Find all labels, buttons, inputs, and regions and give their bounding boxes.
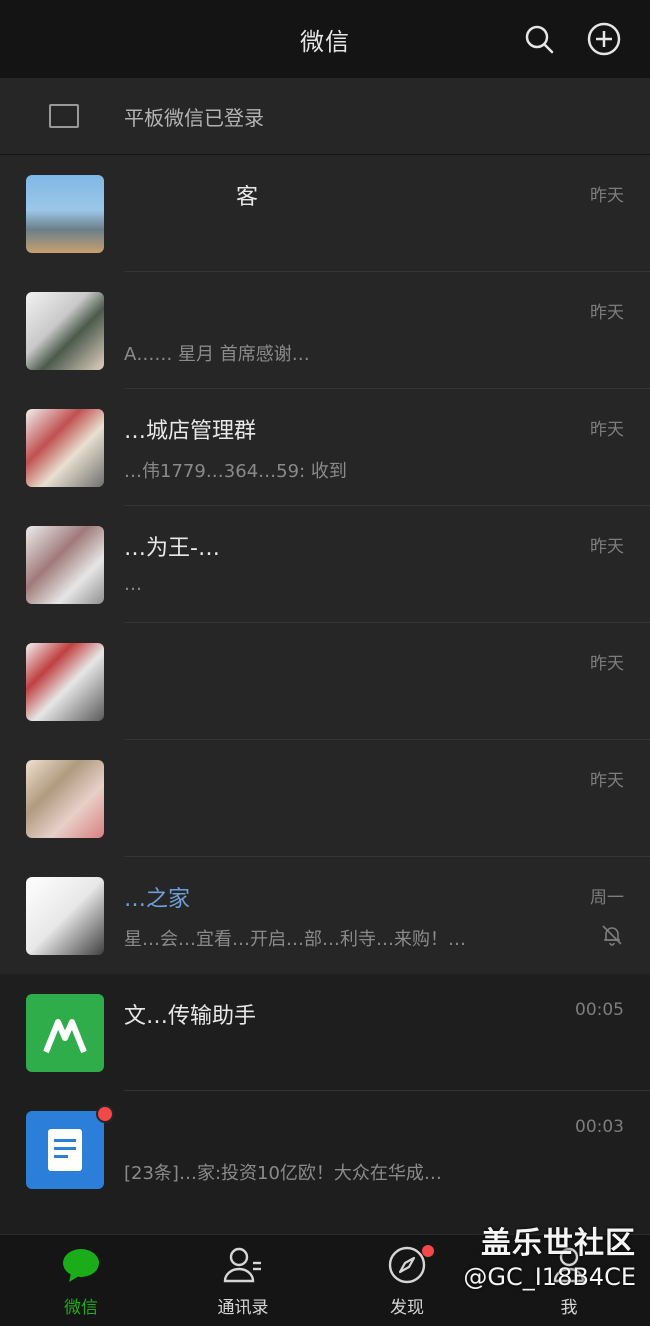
chat-time: 周一 <box>590 888 624 908</box>
tab-discover[interactable]: 发现 <box>352 1235 462 1326</box>
chat-preview: … <box>124 574 142 595</box>
plus-circle-icon[interactable] <box>584 19 624 59</box>
chat-name: …为王-… <box>124 536 220 561</box>
chat-item[interactable]: [23条]…家:投资10亿欧！大众在华成… 00:03 <box>0 1091 650 1208</box>
chat-item[interactable]: …城店管理群 …伟1779…364…59: 收到 昨天 <box>0 389 650 506</box>
top-bar: 微信 <box>0 0 650 78</box>
chat-item[interactable]: 昨天 <box>0 623 650 740</box>
compass-icon <box>387 1245 427 1285</box>
banner-text: 平板微信已登录 <box>124 105 264 130</box>
chat-item[interactable]: …之家 星…会…宜看…开启…部…利寺…来购！… 周一 <box>0 857 650 974</box>
chat-bubble-icon <box>61 1245 101 1285</box>
discover-badge <box>422 1245 434 1257</box>
tab-label: 发现 <box>390 1298 424 1318</box>
chat-preview: A…… 星月 首席感谢… <box>124 344 310 365</box>
chat-time: 昨天 <box>590 303 624 323</box>
chat-item[interactable]: 客 昨天 <box>0 155 650 272</box>
unread-badge <box>96 1105 114 1123</box>
chat-name: …城店管理群 <box>124 419 257 444</box>
avatar <box>26 409 104 487</box>
avatar <box>26 1111 104 1189</box>
chat-name: 文…传输助手 <box>124 1004 257 1029</box>
avatar <box>26 175 104 253</box>
chat-time: 昨天 <box>590 420 624 440</box>
contacts-icon <box>223 1245 263 1285</box>
chat-preview: …伟1779…364…59: 收到 <box>124 461 347 482</box>
avatar <box>26 292 104 370</box>
chat-item[interactable]: …为王-… … 昨天 <box>0 506 650 623</box>
chat-time: 昨天 <box>590 654 624 674</box>
avatar <box>26 994 104 1072</box>
chat-time: 00:05 <box>575 1000 624 1020</box>
tab-me[interactable]: 我 <box>514 1235 624 1326</box>
chat-item[interactable]: A…… 星月 首席感谢… 昨天 <box>0 272 650 389</box>
chat-item[interactable]: 文…传输助手 00:05 <box>0 974 650 1091</box>
avatar <box>26 877 104 955</box>
page-title: 微信 <box>300 27 350 56</box>
mute-bell-icon <box>600 923 624 947</box>
bottom-tab-bar: 微信 通讯录 发现 我 <box>0 1234 650 1326</box>
chat-time: 昨天 <box>590 186 624 206</box>
avatar <box>26 526 104 604</box>
tab-label: 我 <box>560 1298 578 1318</box>
chat-preview: [23条]…家:投资10亿欧！大众在华成… <box>124 1163 442 1184</box>
chat-time: 00:03 <box>575 1117 624 1137</box>
tablet-icon <box>49 104 79 128</box>
person-icon <box>549 1245 589 1285</box>
search-icon[interactable] <box>519 19 559 59</box>
chat-name: 客 <box>236 185 259 210</box>
tablet-login-banner[interactable]: 平板微信已登录 <box>0 78 650 155</box>
chat-preview: 星…会…宜看…开启…部…利寺…来购！… <box>124 929 466 950</box>
tab-contacts[interactable]: 通讯录 <box>188 1235 298 1326</box>
chat-name: …之家 <box>124 887 191 912</box>
avatar <box>26 643 104 721</box>
chat-item[interactable]: 昨天 <box>0 740 650 857</box>
tab-label: 通讯录 <box>217 1298 269 1318</box>
chat-time: 昨天 <box>590 771 624 791</box>
tab-chats[interactable]: 微信 <box>26 1235 136 1326</box>
avatar <box>26 760 104 838</box>
tab-label: 微信 <box>64 1298 98 1318</box>
chat-time: 昨天 <box>590 537 624 557</box>
